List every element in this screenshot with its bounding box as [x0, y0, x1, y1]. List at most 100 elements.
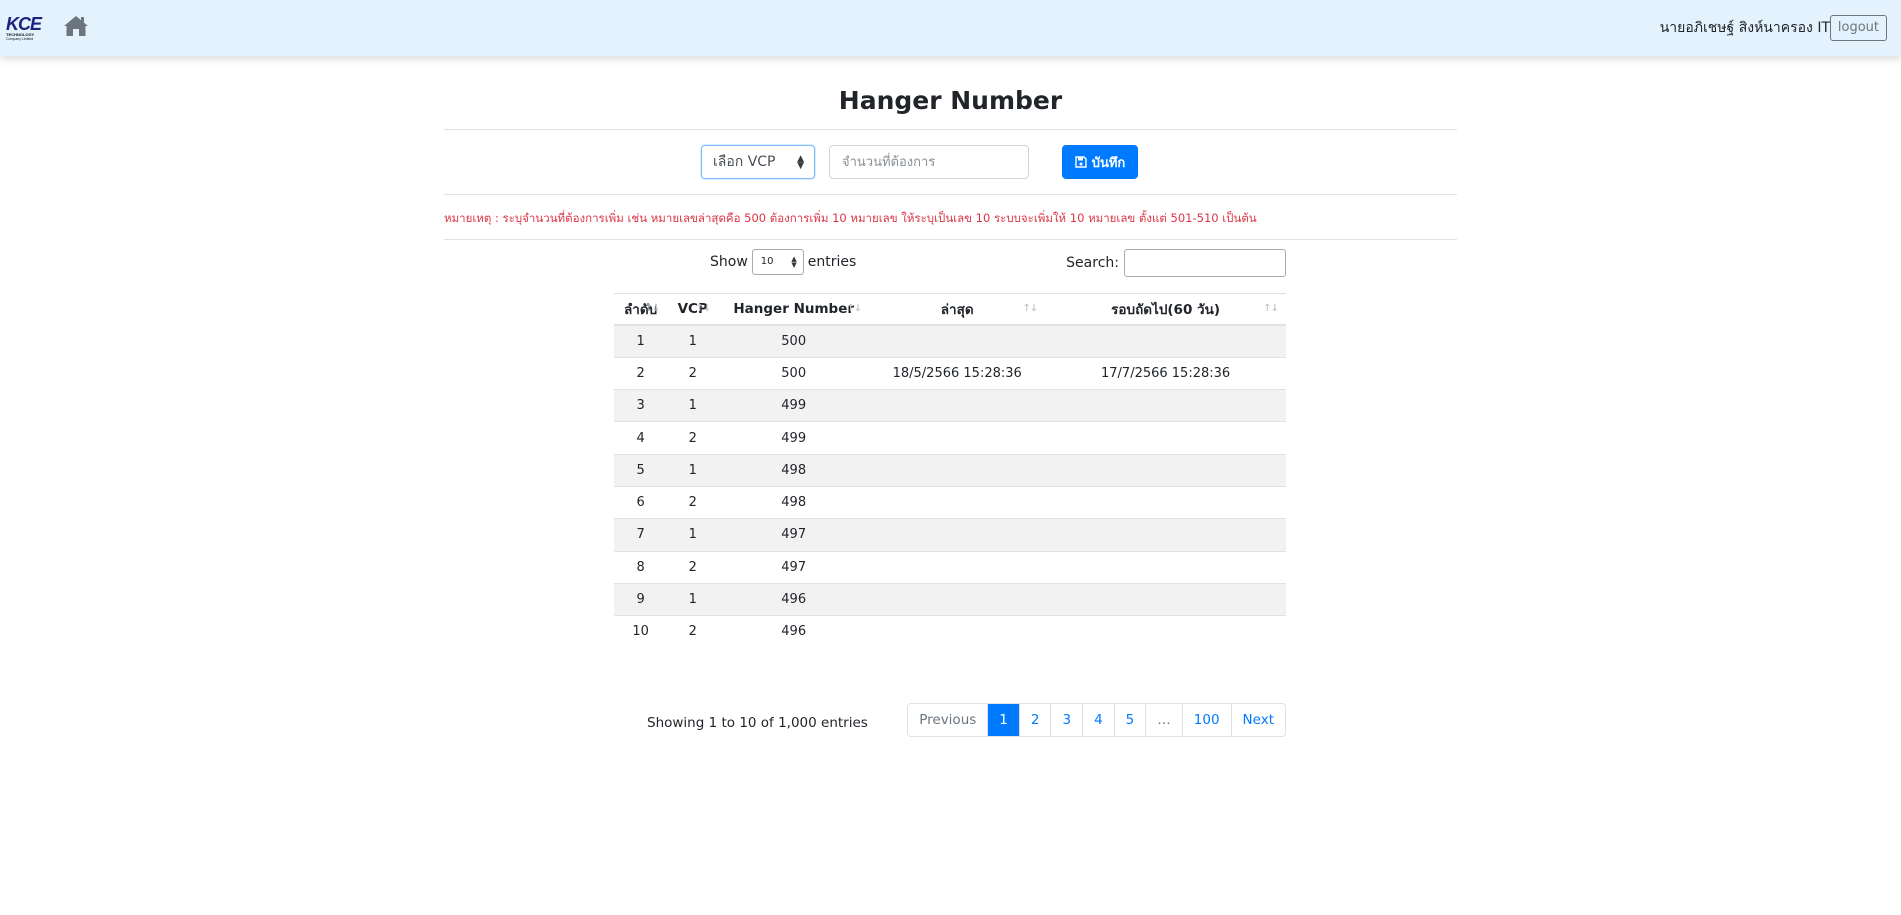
note-text: หมายเหตุ : ระบุจำนวนที่ต้องการเพิ่ม เช่น…: [444, 211, 1257, 225]
table-row: 3 1 499: [614, 389, 1286, 422]
column-header-latest[interactable]: ล่าสุด ↑↓: [869, 293, 1046, 326]
table-cell: [1045, 550, 1286, 584]
vcp-select-value: เลือก VCP: [713, 154, 776, 170]
divider: [444, 129, 1457, 130]
table-cell: [869, 615, 1046, 648]
table-cell: 17/7/2566 15:28:36: [1045, 356, 1286, 390]
table-cell: 497: [718, 550, 870, 584]
table-cell: 2: [667, 550, 719, 584]
table-cell: 2: [667, 421, 719, 455]
sort-icon: ↑↓: [1022, 303, 1038, 314]
table-cell: [1045, 518, 1286, 552]
table-row: 10 2 496: [614, 615, 1286, 648]
column-header-hanger-number[interactable]: Hanger Number ↑↓: [718, 293, 870, 326]
table-cell: 500: [718, 324, 870, 358]
table-body: 1 1 500 2 2 500 18/5/2566 15:28:36 17/7/2566 15…: [614, 324, 1286, 648]
company-logo[interactable]: KCE TECHNOLOGY Company Limited: [6, 15, 42, 42]
save-button[interactable]: บันทึก: [1062, 145, 1138, 179]
table-row: 7 1 497: [614, 518, 1286, 552]
table-cell: 9: [614, 582, 668, 616]
table-cell: 498: [718, 453, 870, 487]
table-cell: 1: [667, 518, 719, 552]
table-row: 9 1 496: [614, 582, 1286, 616]
table-cell: [1045, 453, 1286, 487]
pagination-page[interactable]: 100: [1181, 704, 1231, 736]
sort-icon: ↑↓: [1263, 303, 1279, 314]
table-cell: 496: [718, 582, 870, 616]
table-cell: 1: [667, 324, 719, 358]
pagination-page[interactable]: 1: [987, 704, 1019, 736]
pagination-page[interactable]: 4: [1082, 704, 1114, 736]
table-row: 2 2 500 18/5/2566 15:28:36 17/7/2566 15:28:3…: [614, 356, 1286, 390]
table-cell: 7: [614, 518, 668, 552]
table-cell: [869, 582, 1046, 616]
table-search: Search:: [1066, 249, 1286, 277]
search-input[interactable]: [1124, 249, 1286, 277]
table-row: 8 2 497: [614, 550, 1286, 584]
entries-label: entries: [807, 254, 857, 270]
navbar: KCE TECHNOLOGY Company Limited นายอภิเชษ…: [0, 0, 1901, 56]
table-cell: 498: [718, 485, 870, 519]
quantity-input[interactable]: [829, 145, 1029, 179]
table-row: 4 2 499: [614, 421, 1286, 455]
table-cell: [1045, 485, 1286, 519]
divider: [444, 239, 1457, 240]
pagination-page: …: [1145, 704, 1182, 736]
table-cell: [869, 389, 1046, 422]
table-cell: [1045, 324, 1286, 358]
table-cell: [1045, 582, 1286, 616]
pagination-previous[interactable]: Previous: [908, 704, 987, 736]
table-cell: 496: [718, 615, 870, 648]
table-cell: 1: [614, 324, 668, 358]
pagination: Previous 1 2 3 4 5… 100 Next: [907, 703, 1286, 737]
vcp-select[interactable]: เลือก VCP ▲ ▼: [701, 145, 815, 179]
table-cell: 2: [667, 615, 719, 648]
column-header-next-round[interactable]: รอบถัดไป(60 วัน) ↑↓: [1045, 293, 1286, 326]
table-cell: 1: [667, 582, 719, 616]
table-cell: 4: [614, 421, 668, 455]
table-cell: [869, 518, 1046, 552]
table-cell: 499: [718, 421, 870, 455]
page-length-select[interactable]: 10 ▲ ▼: [751, 249, 804, 275]
logo-subtitle-2: Company Limited: [6, 37, 34, 41]
table-cell: 2: [614, 356, 668, 390]
save-icon: [1075, 156, 1087, 168]
user-name: นายอภิเชษฐ์ สิงห์นาครอง IT: [1659, 20, 1830, 36]
page-title: Hanger Number: [838, 86, 1063, 115]
table-cell: [1045, 615, 1286, 648]
sort-icon: ↑↓: [695, 303, 711, 314]
table-cell: [869, 550, 1046, 584]
column-header-vcp[interactable]: VCP ↑↓: [667, 293, 719, 326]
table-cell: 2: [667, 485, 719, 519]
pagination-page[interactable]: 2: [1018, 704, 1051, 736]
home-icon[interactable]: [63, 14, 89, 38]
table-cell: 3: [614, 389, 668, 422]
select-arrows-icon: ▲ ▼: [797, 154, 804, 171]
table-cell: [869, 324, 1046, 358]
table-cell: [1045, 389, 1286, 422]
pagination-next[interactable]: Next: [1230, 704, 1285, 736]
table-cell: 6: [614, 485, 668, 519]
table-cell: 1: [667, 453, 719, 487]
table-cell: 499: [718, 389, 870, 422]
divider: [444, 194, 1457, 195]
table-info: Showing 1 to 10 of 1,000 entries: [647, 715, 868, 731]
table-cell: [1045, 421, 1286, 455]
sort-icon: ↑↓: [846, 303, 862, 314]
select-arrows-icon: ▲ ▼: [791, 255, 797, 269]
pagination-page[interactable]: 3: [1050, 704, 1082, 736]
show-label: Show: [710, 254, 748, 270]
add-hanger-form: เลือก VCP ▲▼ บันทึก: [444, 145, 1457, 181]
table-cell: 1: [667, 389, 719, 422]
table-cell: 10: [614, 615, 668, 648]
table-row: 6 2 498: [614, 485, 1286, 519]
table-cell: [869, 453, 1046, 487]
search-label: Search:: [1066, 255, 1119, 271]
sort-asc-icon: ↑↓: [644, 303, 660, 314]
table-row: 5 1 498: [614, 453, 1286, 487]
logout-button[interactable]: logout: [1829, 15, 1887, 41]
page-length-value: 10: [760, 256, 774, 267]
table-cell: 497: [718, 518, 870, 552]
column-header-order[interactable]: ลำดับ ↑↓: [614, 293, 668, 326]
pagination-page[interactable]: 5: [1113, 704, 1146, 736]
